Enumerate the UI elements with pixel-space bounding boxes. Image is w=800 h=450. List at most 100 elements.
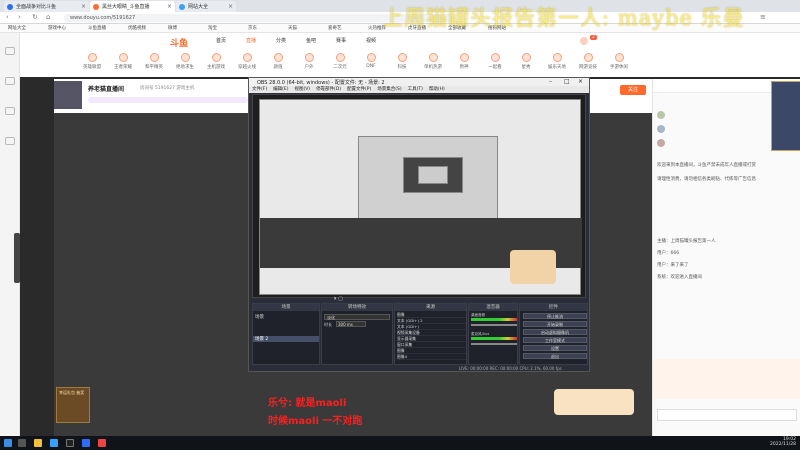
bookmark-item[interactable]: 斗鱼直播 [88, 25, 106, 31]
category-item[interactable]: 英雄联盟 [80, 53, 104, 70]
exit-button[interactable]: 退出 [523, 353, 587, 359]
forward-icon[interactable]: › [18, 13, 21, 21]
start-icon[interactable] [4, 439, 12, 447]
follow-button[interactable]: 关注 [620, 85, 646, 95]
category-item[interactable]: 单机热游 [421, 53, 445, 70]
preview-control[interactable]: ⏵ ▢ [334, 296, 343, 302]
category-item[interactable]: 科技 [390, 53, 414, 70]
close-icon[interactable]: × [167, 3, 172, 10]
studio-mode-button[interactable]: 工作室模式 [523, 337, 587, 343]
obs-window[interactable]: OBS 28.0.0 (64-bit, windows) - 配置文件: 无 -… [248, 77, 590, 372]
app-icon[interactable] [82, 439, 90, 447]
dock-header: 混音器 [469, 304, 517, 311]
close-icon[interactable]: × [81, 3, 86, 10]
anchor-rank-card[interactable] [771, 81, 800, 151]
virtual-camera-button[interactable]: 启动虚拟摄像机 [523, 329, 587, 335]
browser-icon[interactable] [50, 439, 58, 447]
category-label: 原神 [459, 65, 469, 70]
obs-menu-item[interactable]: 文件(F) [252, 87, 267, 92]
promo-card[interactable]: 幸运礼包 抽奖 [56, 387, 90, 423]
nested-mascot [510, 250, 556, 284]
category-item[interactable]: 原神 [452, 53, 476, 70]
category-item[interactable]: 手游休闲 [607, 53, 631, 70]
scenes-dock: 场景 场景 场景 2 [252, 303, 320, 365]
obs-menu-item[interactable]: 视图(V) [294, 87, 310, 92]
tab-label: 全面战争对比斗鱼 [16, 4, 57, 10]
maximize-icon[interactable]: □ [564, 78, 570, 85]
category-item[interactable]: 和平精英 [142, 53, 166, 70]
back-icon[interactable]: ‹ [6, 13, 9, 21]
minimize-icon[interactable]: – [549, 78, 552, 85]
category-item[interactable]: 颜值 [266, 53, 290, 70]
bookmark-item[interactable]: 淘宝 [208, 25, 217, 31]
stop-stream-button[interactable]: 停止推流 [523, 313, 587, 319]
obs-menu-item[interactable]: 停靠部件(D) [316, 87, 341, 92]
bookmark-item[interactable]: 京东 [248, 25, 257, 31]
bookmark-item[interactable]: 爱奇艺 [328, 25, 342, 31]
category-item[interactable]: 户外 [297, 53, 321, 70]
chat-input[interactable] [657, 409, 797, 421]
category-item[interactable]: DNF [359, 53, 383, 69]
bookmark-item[interactable]: 优酷视频 [128, 25, 146, 31]
gift-bar[interactable] [653, 359, 800, 399]
refresh-icon[interactable]: ↻ [32, 13, 38, 21]
category-icon[interactable] [5, 107, 15, 115]
settings-button[interactable]: 设置 [523, 345, 587, 351]
scene-item[interactable]: 场景 [255, 314, 264, 320]
gift-banner[interactable] [554, 389, 634, 415]
category-item[interactable]: 娱乐天地 [545, 53, 569, 70]
obs-menu-item[interactable]: 工具(T) [408, 87, 423, 92]
source-item[interactable]: 图像4 [397, 354, 466, 360]
avatar[interactable] [580, 37, 588, 45]
volume-slider[interactable] [471, 343, 517, 345]
obs-menu-item[interactable]: 编辑(E) [273, 87, 288, 92]
category-item[interactable]: 二次元 [328, 53, 352, 70]
search-icon[interactable] [18, 439, 26, 447]
category-item[interactable]: 穿越火线 [235, 53, 259, 70]
category-item[interactable]: 主机游戏 [204, 53, 228, 70]
obs-preview[interactable] [252, 94, 586, 298]
streamer-avatar[interactable] [54, 81, 82, 109]
bookmark-item[interactable]: 网址大全 [8, 25, 26, 31]
category-item[interactable]: 王者荣耀 [111, 53, 135, 70]
home-icon[interactable] [5, 47, 15, 55]
sources-dock: 来源 图像 文本 (GDI+) 2 文本 (GDI+) 视频采集设备 显示器采集 窗口采集… [394, 303, 467, 365]
obs-icon[interactable] [66, 439, 74, 447]
bookmark-item[interactable]: 天猫 [288, 25, 297, 31]
category-label: 户外 [304, 65, 314, 70]
controls-dock: 控件 停止推流 开始录制 启动虚拟摄像机 工作室模式 设置 退出 [519, 303, 588, 365]
bookmark-item[interactable]: 微博 [168, 25, 177, 31]
bookmark-item[interactable]: 游戏中心 [48, 25, 66, 31]
category-icon [490, 53, 500, 62]
close-icon[interactable]: × [228, 3, 233, 10]
follow-icon[interactable] [5, 77, 15, 85]
home-icon[interactable]: ⌂ [46, 13, 50, 21]
category-item[interactable]: 网游竞技 [576, 53, 600, 70]
obs-menu-item[interactable]: 场景集合(S) [377, 87, 401, 92]
transition-select[interactable]: 淡化 [324, 314, 390, 320]
category-item[interactable]: 绝地求生 [173, 53, 197, 70]
scene-item-selected[interactable]: 场景 2 [253, 336, 319, 342]
category-item[interactable]: 星秀 [514, 53, 538, 70]
browser-tab[interactable]: 网站大全 × [176, 1, 236, 12]
obs-menu-item[interactable]: 帮助(H) [429, 87, 445, 92]
start-recording-button[interactable]: 开始录制 [523, 321, 587, 327]
browser-tab-active[interactable]: 黑丝大眼睛_斗鱼直播 × [90, 1, 175, 12]
volume-slider[interactable] [471, 324, 517, 326]
room-title: 养老猫直播间 [88, 86, 125, 93]
app-icon[interactable] [98, 439, 106, 447]
browser-tab[interactable]: 全面战争对比斗鱼 × [4, 1, 89, 12]
clock[interactable]: 19:02 2022/11/28 [770, 437, 796, 447]
obs-menu-item[interactable]: 配置文件(P) [347, 87, 371, 92]
source-list: 图像 文本 (GDI+) 2 文本 (GDI+) 视频采集设备 显示器采集 窗口采集 图像图… [397, 312, 466, 360]
chat-message: 请理性消费，请勿相信各类刷钻、代练等广告信息 [657, 177, 756, 182]
category-item[interactable]: 一起看 [483, 53, 507, 70]
sidebar-collapse-handle[interactable] [14, 233, 20, 283]
nested-obs [358, 136, 498, 220]
category-label: 颜值 [273, 65, 283, 70]
file-explorer-icon[interactable] [34, 439, 42, 447]
category-label: 娱乐天地 [548, 65, 566, 70]
video-icon[interactable] [5, 137, 15, 145]
duration-input[interactable]: 300 ms [336, 321, 366, 327]
close-icon[interactable]: × [578, 78, 583, 85]
